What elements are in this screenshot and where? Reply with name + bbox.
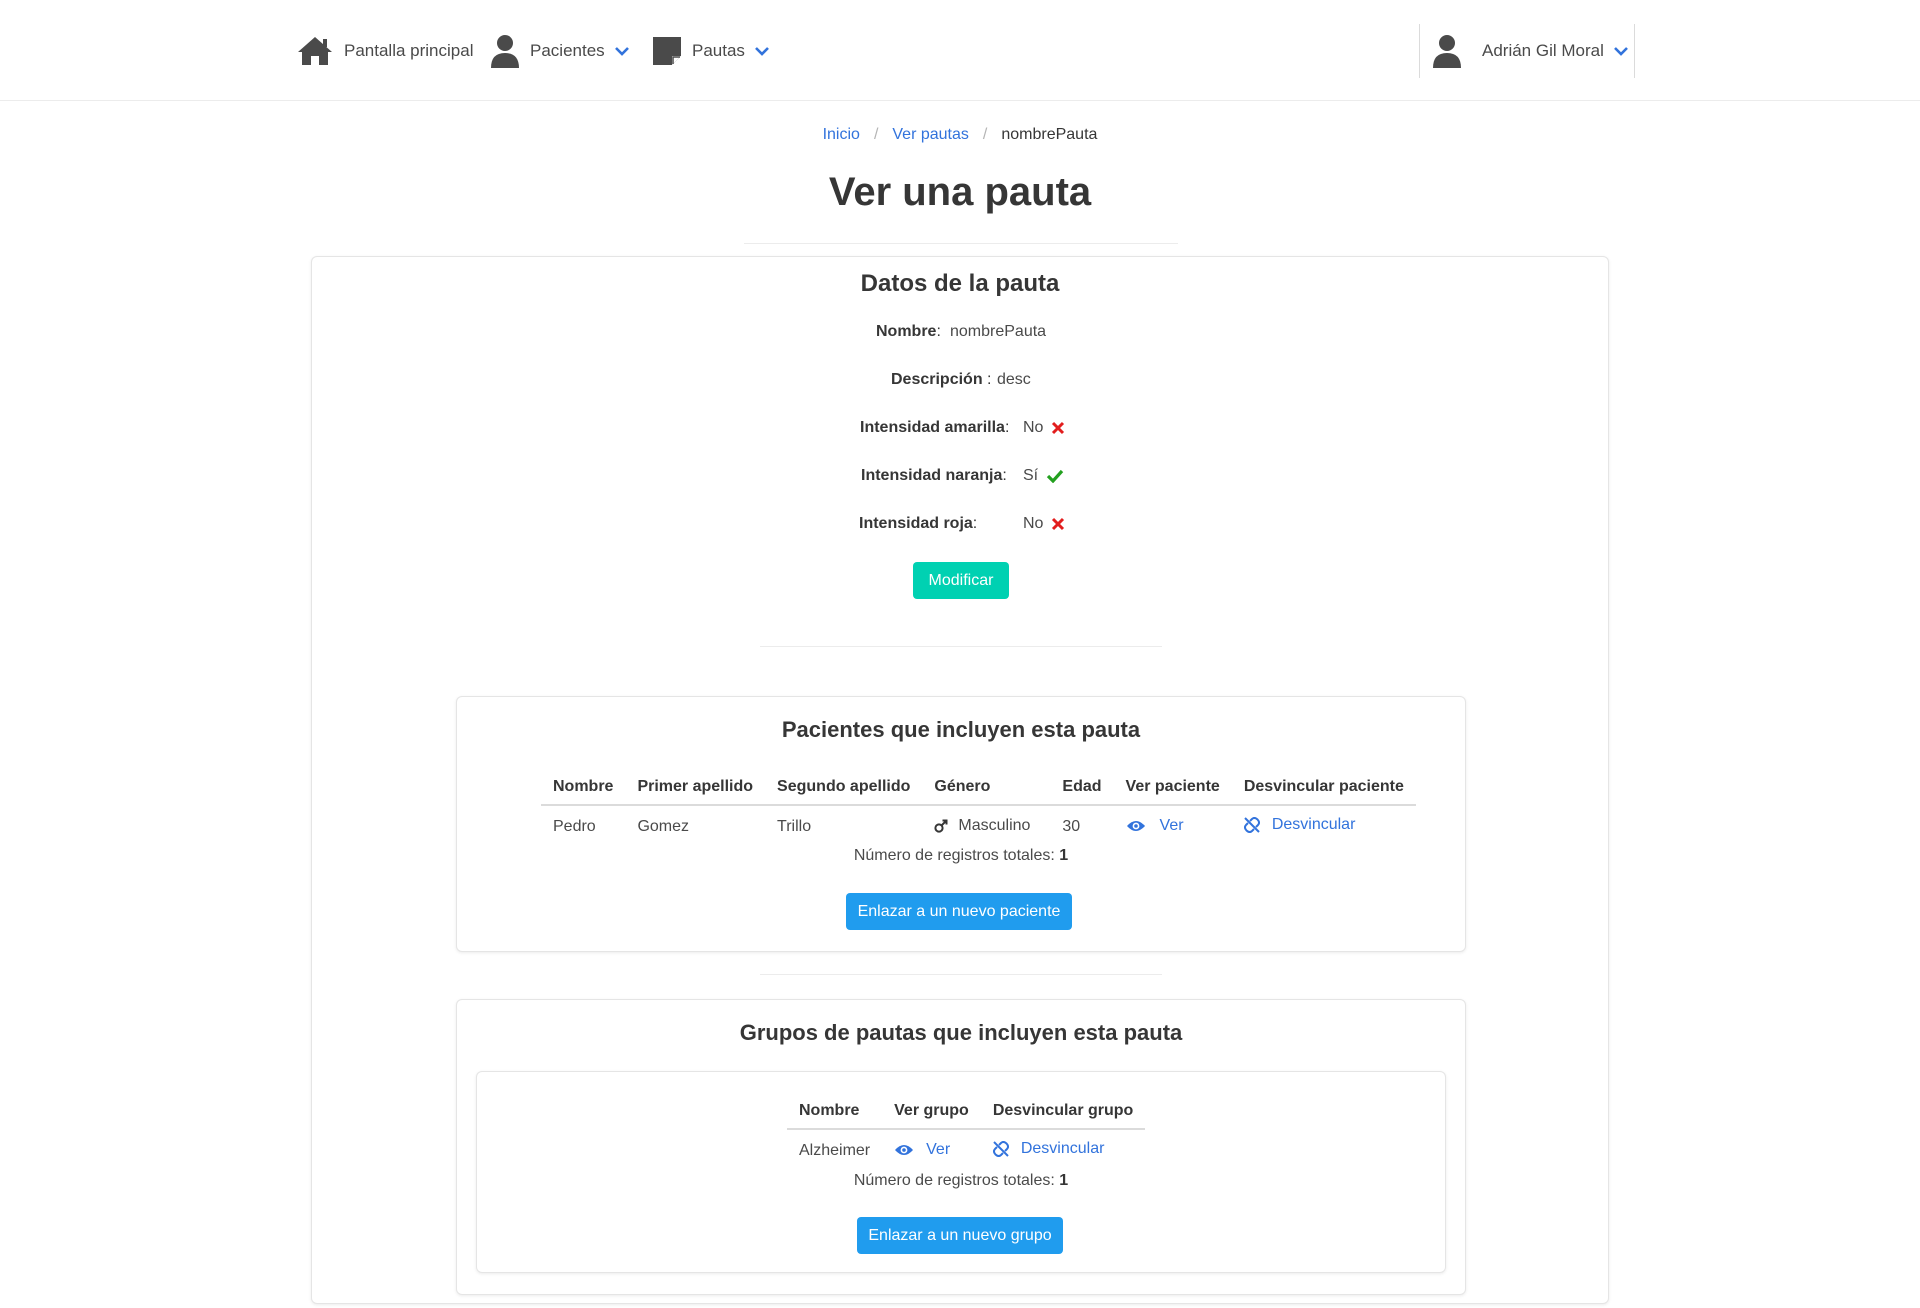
modify-button[interactable]: Modificar: [913, 562, 1009, 599]
groups-total-value: 1: [1059, 1172, 1069, 1189]
column-header: Género: [922, 778, 1051, 806]
link-new-group-button[interactable]: Enlazar a un nuevo grupo: [857, 1217, 1063, 1254]
column-header: Edad: [1050, 778, 1114, 806]
unlink-patient-link[interactable]: Desvincular: [1243, 816, 1356, 834]
cross-icon: [1051, 421, 1065, 435]
column-header: Primer apellido: [625, 778, 766, 806]
nav-patients-label: Pacientes: [530, 40, 605, 60]
column-header: Nombre: [787, 1102, 883, 1130]
breadcrumb-home-link[interactable]: Inicio: [823, 126, 860, 144]
nav-guidelines-dropdown[interactable]: Pautas: [652, 0, 769, 101]
breadcrumb: Inicio / Ver pautas / nombrePauta: [0, 126, 1920, 144]
table-row: Alzheimer Ver Desvincular: [787, 1129, 1145, 1162]
patients-total-label: Número de registros totales:: [853, 847, 1055, 864]
patients-table: Nombre Primer apellido Segundo apellido …: [541, 778, 1416, 838]
nav-user-dropdown[interactable]: Adrián Gil Moral: [1419, 24, 1635, 78]
table-row: Pedro Gomez Trillo Masculino 30 Ver Desv…: [541, 805, 1416, 838]
eye-icon: [894, 1143, 914, 1157]
patients-total-value: 1: [1059, 847, 1069, 864]
patient-name: Pedro: [553, 818, 596, 835]
name-value: nombrePauta: [950, 323, 1047, 340]
section-divider: [760, 646, 1162, 647]
column-header: Nombre: [541, 778, 626, 806]
eye-icon: [1126, 819, 1146, 833]
column-header: Ver paciente: [1113, 778, 1232, 806]
page-title: Ver una pauta: [828, 170, 1092, 214]
column-header: Ver grupo: [882, 1102, 981, 1130]
chevron-down-icon: [1613, 46, 1628, 56]
groups-total: Número de registros totales: 1: [477, 1172, 1445, 1190]
details-title: Datos de la pauta: [860, 270, 1060, 297]
groups-inner-box: Nombre Ver grupo Desvincular grupo Alzhe…: [476, 1071, 1446, 1273]
view-patient-label: Ver: [1159, 816, 1184, 834]
link-new-patient-button[interactable]: Enlazar a un nuevo paciente: [846, 893, 1072, 930]
nav-home-link[interactable]: Pantalla principal: [296, 0, 473, 101]
column-header: Segundo apellido: [765, 778, 923, 806]
red-label: Intensidad roja: [859, 515, 973, 532]
yellow-label: Intensidad amarilla: [860, 419, 1005, 436]
patient-last-name-1: Gomez: [637, 818, 690, 835]
groups-table-header: Nombre Ver grupo Desvincular grupo: [787, 1102, 1146, 1130]
user-icon: [490, 34, 520, 68]
description-value: desc: [997, 371, 1031, 388]
description-label: Descripción: [891, 371, 983, 388]
mars-icon: [934, 819, 948, 833]
view-group-label: Ver: [926, 1140, 951, 1158]
groups-box: Grupos de pautas que incluyen esta pauta…: [456, 999, 1466, 1295]
unlink-group-link[interactable]: Desvincular: [992, 1140, 1105, 1158]
section-divider: [760, 974, 1162, 975]
home-icon: [296, 35, 334, 67]
unlink-group-label: Desvincular: [1020, 1140, 1105, 1157]
check-icon: [1046, 469, 1064, 483]
patient-gender: Masculino: [958, 816, 1031, 834]
user-icon: [1432, 34, 1462, 68]
group-name: Alzheimer: [799, 1142, 871, 1159]
patients-total: Número de registros totales: 1: [457, 847, 1465, 865]
column-header: Desvincular grupo: [980, 1102, 1146, 1130]
breadcrumb-list-link[interactable]: Ver pautas: [892, 126, 969, 144]
patients-box: Pacientes que incluyen esta pauta Nombre…: [456, 696, 1466, 952]
name-label: Nombre: [876, 323, 937, 340]
patient-last-name-2: Trillo: [777, 818, 812, 835]
column-header: Desvincular paciente: [1231, 778, 1416, 806]
groups-title: Grupos de pautas que incluyen esta pauta: [739, 1020, 1183, 1045]
breadcrumb-separator: /: [873, 126, 879, 143]
red-value: No: [1023, 515, 1044, 532]
navbar: Pantalla principal Pacientes Pautas Adri…: [0, 0, 1920, 101]
chevron-down-icon: [614, 46, 629, 56]
nav-home-label: Pantalla principal: [344, 40, 474, 60]
orange-value: Sí: [1023, 467, 1039, 484]
breadcrumb-current: nombrePauta: [1001, 126, 1098, 143]
orange-label: Intensidad naranja: [861, 467, 1003, 484]
field-name: Nombre: nombrePauta: [876, 323, 1047, 340]
nav-user-label: Adrián Gil Moral: [1482, 41, 1604, 60]
sticky-note-icon: [652, 36, 682, 66]
breadcrumb-separator: /: [982, 126, 988, 143]
field-orange-intensity: Intensidad naranja: Sí: [312, 467, 1610, 491]
view-group-link[interactable]: Ver: [894, 1141, 950, 1159]
unlink-icon: [1243, 817, 1260, 833]
field-red-intensity: Intensidad roja: No: [312, 515, 1610, 539]
field-yellow-intensity: Intensidad amarilla: No: [312, 419, 1610, 443]
chevron-down-icon: [755, 46, 769, 56]
patient-age: 30: [1062, 818, 1081, 835]
guideline-detail-box: Datos de la pauta Nombre: nombrePauta De…: [311, 256, 1609, 1304]
unlink-patient-label: Desvincular: [1271, 816, 1356, 833]
nav-patients-dropdown[interactable]: Pacientes: [490, 0, 629, 101]
cross-icon: [1051, 517, 1065, 531]
patients-table-header: Nombre Primer apellido Segundo apellido …: [541, 778, 1416, 806]
nav-guidelines-label: Pautas: [692, 40, 745, 60]
view-patient-link[interactable]: Ver: [1126, 817, 1184, 835]
unlink-icon: [992, 1141, 1009, 1157]
groups-total-label: Número de registros totales:: [853, 1172, 1055, 1189]
title-divider: [744, 243, 1178, 244]
yellow-value: No: [1023, 419, 1044, 436]
field-description: Descripción : desc: [891, 371, 1031, 388]
patients-title: Pacientes que incluyen esta pauta: [781, 717, 1141, 742]
groups-table: Nombre Ver grupo Desvincular grupo Alzhe…: [787, 1102, 1146, 1162]
